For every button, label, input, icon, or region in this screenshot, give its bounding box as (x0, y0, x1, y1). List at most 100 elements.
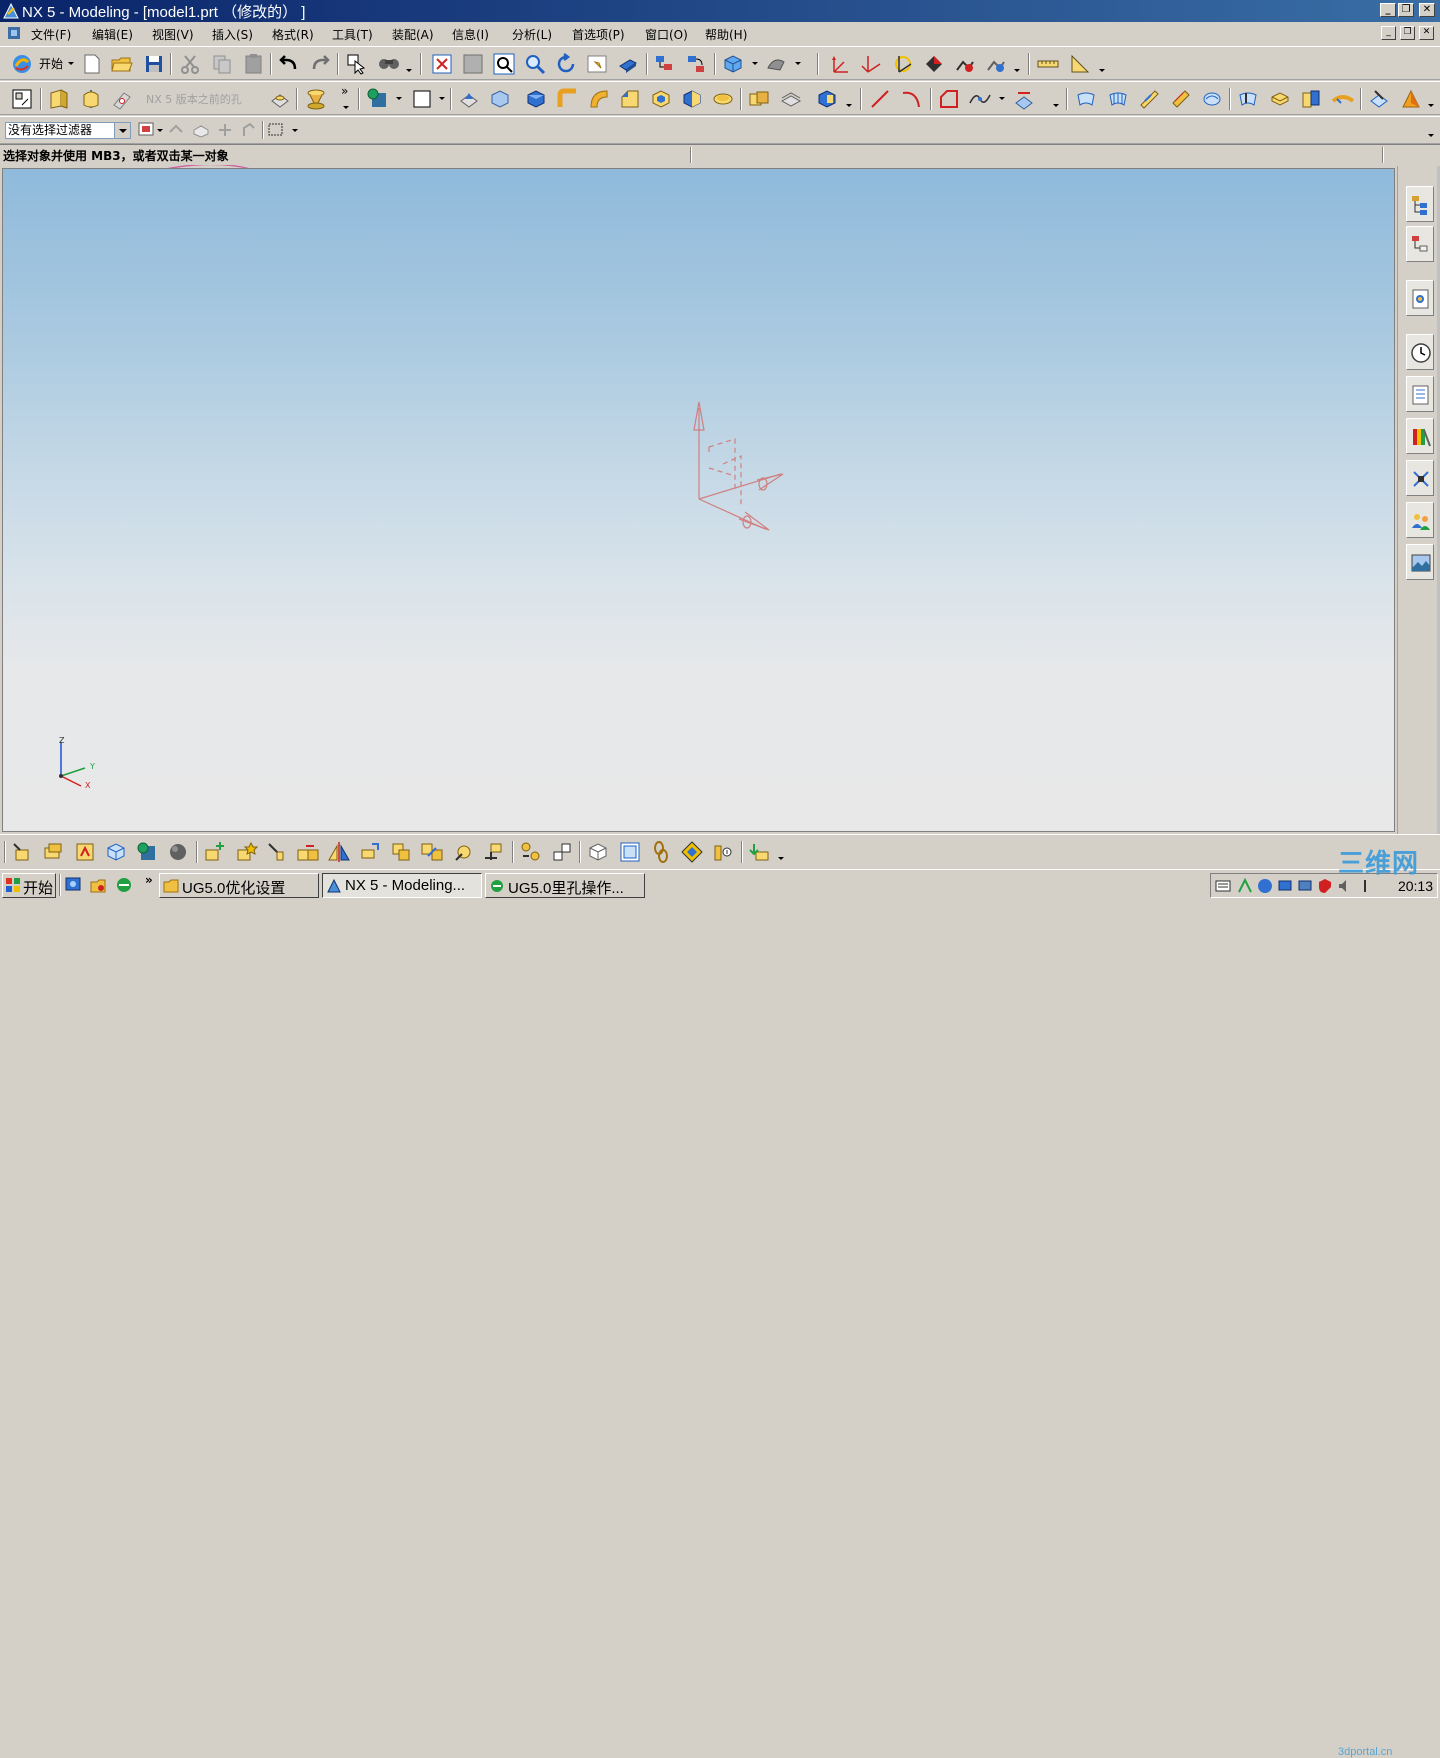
rendering-dropdown-arrow[interactable] (752, 62, 758, 65)
zoom-icon[interactable] (523, 52, 547, 76)
selection-scope-icon[interactable] (138, 122, 156, 138)
weight-management-icon[interactable] (680, 840, 704, 864)
document-icon[interactable] (6, 25, 22, 41)
chevron-down-icon[interactable] (114, 123, 130, 138)
scope-dropdown-arrow[interactable] (157, 129, 163, 132)
make-displayed-part-icon[interactable] (104, 840, 128, 864)
taskbar-clock[interactable]: 20:13 (1398, 878, 1433, 894)
graphics-window[interactable]: Z Y X (2, 168, 1395, 832)
extrude-icon[interactable] (47, 87, 71, 111)
wave-link-icon[interactable] (550, 840, 574, 864)
task-nx-modeling[interactable]: NX 5 - Modeling... (322, 873, 482, 898)
palette-tab[interactable] (1406, 418, 1434, 454)
close-button[interactable]: ✕ (1419, 3, 1435, 17)
paste-icon[interactable] (242, 52, 266, 76)
boolean-dropdown-arrow[interactable] (846, 104, 852, 107)
mate-component-icon[interactable] (389, 840, 413, 864)
offset-face-icon[interactable] (711, 87, 735, 111)
rendering-style-icon[interactable] (721, 52, 745, 76)
sphere-block-icon[interactable] (488, 87, 512, 111)
link-icon[interactable] (649, 840, 673, 864)
assembly-constraints-icon[interactable] (420, 840, 444, 864)
fit-view-icon[interactable] (430, 52, 454, 76)
snap-point-icon[interactable] (216, 122, 234, 138)
hole-icon[interactable] (110, 87, 134, 111)
system-materials-tab[interactable] (1406, 376, 1434, 412)
pocket-icon[interactable] (304, 87, 328, 111)
n-sided-surface-icon[interactable] (1169, 87, 1193, 111)
measure-dropdown-arrow[interactable] (1099, 69, 1105, 72)
spline-icon[interactable] (968, 87, 992, 111)
part-navigator-tab[interactable] (1406, 280, 1434, 316)
edit-section-icon[interactable] (764, 52, 788, 76)
pan-icon[interactable] (585, 52, 609, 76)
wcs-dropdown-arrow[interactable] (1014, 69, 1020, 72)
type-filter-select[interactable]: 没有选择过滤器 (5, 122, 131, 139)
input-method-icon[interactable] (1357, 878, 1373, 894)
move-component-icon[interactable] (358, 840, 382, 864)
menu-analysis[interactable]: 分析(L) (512, 26, 552, 43)
menu-information[interactable]: 信息(I) (452, 26, 489, 43)
display-icon[interactable] (1277, 878, 1293, 894)
wcs-origin-icon[interactable] (860, 52, 884, 76)
swept-icon[interactable] (1137, 87, 1161, 111)
hole-legacy-tooltip[interactable]: NX 5 版本之前的孔 (146, 91, 242, 107)
assembly-dropdown-arrow[interactable] (778, 857, 784, 860)
feature-playback-icon[interactable] (1399, 87, 1423, 111)
datum-plane-icon[interactable] (410, 87, 434, 111)
boss-icon[interactable] (268, 87, 292, 111)
roles-tab[interactable] (1406, 502, 1434, 538)
save-icon[interactable] (142, 52, 166, 76)
menu-view[interactable]: 视图(V) (152, 26, 194, 43)
intersect-icon[interactable] (815, 87, 839, 111)
quicklaunch-overflow[interactable]: » (145, 873, 153, 887)
open-folder-icon[interactable] (110, 52, 134, 76)
menu-file[interactable]: 文件(F) (31, 26, 71, 43)
assembly-sequencing-icon[interactable] (748, 840, 772, 864)
subtract-icon[interactable] (779, 87, 803, 111)
thicken-icon[interactable] (1268, 87, 1292, 111)
system-scenes-tab[interactable] (1406, 544, 1434, 580)
selection-overflow-arrow[interactable] (1428, 134, 1434, 137)
open-component-icon[interactable] (41, 840, 65, 864)
chamfer-icon[interactable] (618, 87, 642, 111)
patch-icon[interactable] (1331, 87, 1355, 111)
process-studio-tab[interactable] (1406, 460, 1434, 496)
arc-icon[interactable] (899, 87, 923, 111)
show-product-outline-icon[interactable] (135, 840, 159, 864)
sew-icon[interactable] (1299, 87, 1323, 111)
history-tab[interactable] (1406, 334, 1434, 370)
measure-distance-icon[interactable] (1036, 52, 1060, 76)
doc-restore-button[interactable]: ❐ (1400, 26, 1415, 40)
menu-assemblies[interactable]: 装配(A) (392, 26, 434, 43)
create-component-array-icon[interactable] (265, 840, 289, 864)
exploded-view-icon[interactable] (483, 840, 507, 864)
constraint-navigator-tab[interactable] (1406, 226, 1434, 262)
toolbar-overflow-chevron[interactable]: » (341, 84, 348, 98)
product-interface-icon[interactable] (711, 840, 735, 864)
show-hide-icon[interactable] (240, 122, 258, 138)
box-icon[interactable] (524, 87, 548, 111)
menu-preferences[interactable]: 首选项(P) (572, 26, 625, 43)
face-blend-icon[interactable] (587, 87, 611, 111)
clearance-analysis-icon[interactable] (618, 840, 642, 864)
windows-start-button[interactable]: 开始 (2, 873, 56, 898)
point-dropdown-arrow[interactable] (396, 97, 402, 100)
menu-help[interactable]: 帮助(H) (705, 26, 747, 43)
nx-app-icon[interactable] (2, 2, 20, 20)
point-icon[interactable] (366, 87, 390, 111)
create-new-component-icon[interactable] (234, 840, 258, 864)
find-object-icon[interactable] (377, 52, 401, 76)
volume-icon[interactable] (1337, 878, 1353, 894)
menu-format[interactable]: 格式(R) (272, 26, 314, 43)
unite-icon[interactable] (747, 87, 771, 111)
monitor-icon[interactable] (1297, 878, 1313, 894)
reposition-component-icon[interactable] (452, 840, 476, 864)
menu-window[interactable]: 窗口(O) (645, 26, 688, 43)
section-surface-icon[interactable] (1200, 87, 1224, 111)
menu-insert[interactable]: 插入(S) (212, 26, 253, 43)
through-curves-icon[interactable] (1074, 87, 1098, 111)
zoom-box-icon[interactable] (492, 52, 516, 76)
rotate-icon[interactable] (554, 52, 578, 76)
datum-dropdown-arrow[interactable] (439, 97, 445, 100)
